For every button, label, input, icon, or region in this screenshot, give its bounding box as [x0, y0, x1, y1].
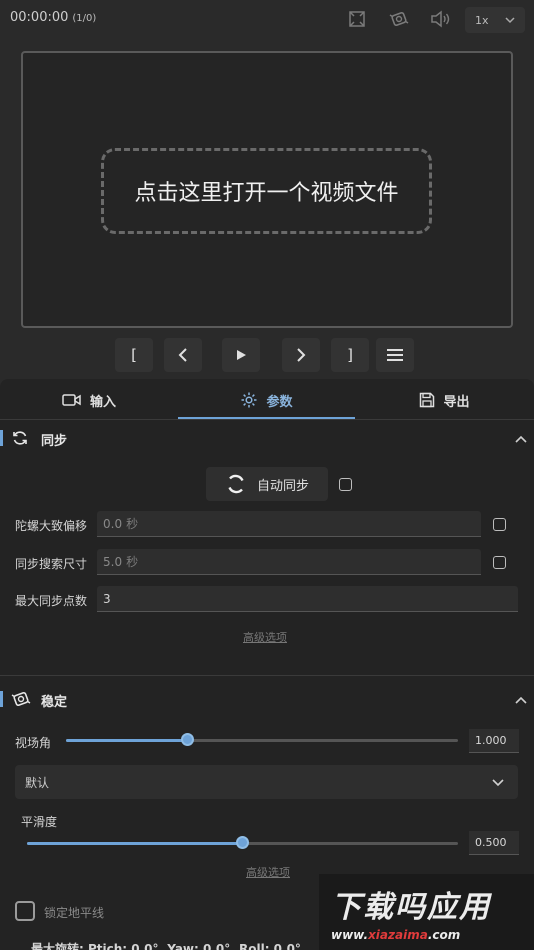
gear-icon: [241, 392, 257, 408]
open-video-dropzone[interactable]: 点击这里打开一个视频文件: [101, 148, 432, 234]
stabilize-toggle-icon[interactable]: [388, 9, 410, 29]
volume-icon[interactable]: [429, 9, 451, 29]
smoothness-value-input[interactable]: 0.500: [469, 831, 519, 855]
search-size-checkbox[interactable]: [493, 556, 506, 569]
section-accent: [0, 691, 3, 707]
search-size-value: 5.0: [103, 554, 123, 569]
stabilize-icon: [11, 692, 31, 706]
open-video-text: 点击这里打开一个视频文件: [134, 181, 399, 206]
menu-button[interactable]: [376, 338, 414, 372]
timecode: 00:00:00 (1/0): [10, 10, 97, 25]
fov-value: 1.000: [475, 734, 507, 747]
auto-sync-button[interactable]: 自动同步: [206, 467, 328, 501]
chevron-down-icon: [492, 779, 504, 787]
fov-value-input[interactable]: 1.000: [469, 729, 519, 753]
tab-params[interactable]: 参数: [178, 380, 355, 420]
gyro-offset-value: 0.0: [103, 516, 123, 531]
play-button[interactable]: [222, 338, 260, 372]
method-selected-value: 默认: [25, 775, 50, 790]
section-accent: [0, 430, 3, 446]
prev-frame-button[interactable]: [164, 338, 202, 372]
next-frame-button[interactable]: [282, 338, 320, 372]
smoothness-slider-thumb[interactable]: [236, 836, 249, 849]
tab-input-label: 输入: [89, 394, 116, 410]
gyro-offset-label: 陀螺大致偏移: [15, 519, 88, 533]
auto-sync-checkbox[interactable]: [339, 478, 352, 491]
chevron-right-icon: [297, 348, 306, 362]
chevron-left-icon: [178, 348, 187, 362]
video-camera-icon: [62, 394, 81, 406]
mark-out-button[interactable]: ]: [331, 338, 369, 372]
watermark-url: www.xiazaima.com: [331, 928, 461, 942]
search-size-unit: 秒: [126, 555, 139, 569]
watermark-title: 下载吗应用: [331, 890, 491, 925]
stabilize-advanced-link[interactable]: 高级选项: [246, 864, 290, 880]
smoothness-slider-fill: [27, 842, 243, 845]
lock-horizon-label: 锁定地平线: [44, 906, 105, 920]
gyro-offset-unit: 秒: [126, 517, 139, 531]
max-rotation-readout: 最大旋转: Ptich: 0.0°, Yaw: 0.0°, Roll: 0.0°: [31, 942, 301, 950]
fullscreen-icon[interactable]: [347, 9, 369, 29]
mark-out-label: ]: [347, 346, 353, 364]
lock-horizon-checkbox[interactable]: [15, 901, 35, 921]
fov-label: 视场角: [15, 736, 52, 750]
max-points-label: 最大同步点数: [15, 594, 88, 608]
sync-section-title: 同步: [41, 434, 68, 449]
search-size-input[interactable]: 5.0 秒: [97, 549, 481, 575]
gyro-offset-input[interactable]: 0.0 秒: [97, 511, 481, 537]
tab-export[interactable]: 导出: [355, 380, 534, 420]
smoothness-value: 0.500: [475, 836, 507, 849]
tab-export-label: 导出: [443, 394, 470, 410]
speed-select[interactable]: 1x: [465, 7, 525, 33]
hamburger-icon: [387, 349, 403, 361]
collapse-stabilize-chevron-icon[interactable]: [514, 693, 528, 707]
fov-slider-fill: [66, 739, 188, 742]
sync-icon: [13, 431, 27, 445]
sync-advanced-link[interactable]: 高级选项: [243, 629, 287, 645]
watermark-logo: 下载吗应用 www.xiazaima.com: [319, 874, 534, 950]
mark-in-label: [: [131, 346, 137, 364]
max-points-input[interactable]: 3: [97, 586, 518, 612]
active-tab-indicator: [178, 417, 355, 419]
section-divider: [0, 675, 534, 676]
play-icon: [237, 350, 246, 360]
fov-slider-thumb[interactable]: [181, 733, 194, 746]
smoothness-label: 平滑度: [21, 815, 58, 829]
tab-input[interactable]: 输入: [0, 380, 178, 420]
gyro-offset-checkbox[interactable]: [493, 518, 506, 531]
collapse-sync-chevron-icon[interactable]: [514, 432, 528, 446]
save-icon: [420, 392, 435, 408]
method-select[interactable]: 默认: [15, 765, 518, 799]
auto-sync-label: 自动同步: [256, 478, 309, 494]
max-points-value: 3: [103, 591, 111, 606]
mark-in-button[interactable]: [: [115, 338, 153, 372]
auto-sync-icon: [228, 474, 244, 494]
speed-value: 1x: [475, 13, 489, 27]
stabilize-section-title: 稳定: [41, 695, 68, 710]
tab-params-label: 参数: [266, 394, 293, 410]
search-size-label: 同步搜索尺寸: [15, 557, 88, 571]
chevron-down-icon: [505, 17, 515, 24]
